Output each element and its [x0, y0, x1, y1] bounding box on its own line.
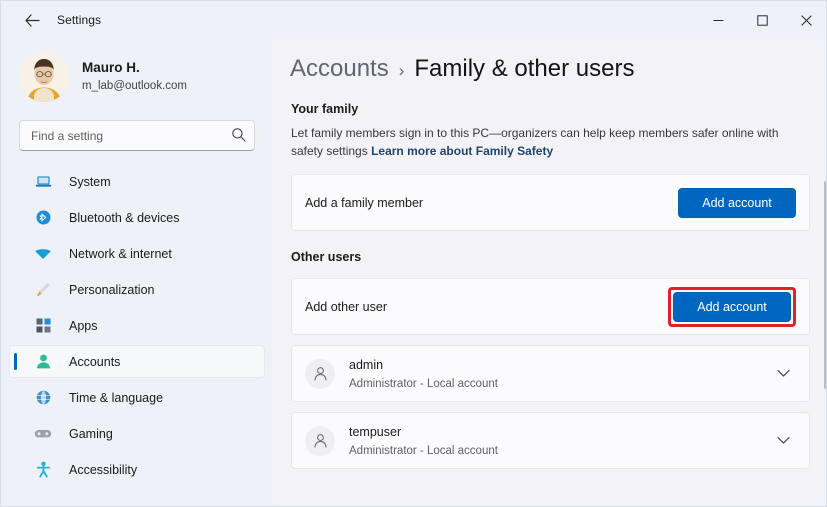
avatar — [305, 358, 335, 389]
sidebar-item-network-internet[interactable]: Network & internet — [9, 237, 265, 270]
user-text: tempuser Administrator - Local account — [349, 422, 770, 459]
bluetooth-icon — [33, 208, 53, 228]
your-family-heading: Your family — [291, 102, 359, 116]
search-input[interactable] — [19, 120, 255, 151]
sidebar-item-system[interactable]: System — [9, 165, 265, 198]
search-box — [19, 120, 255, 151]
sidebar-item-label: Accounts — [69, 354, 121, 369]
maximize-icon — [756, 14, 768, 26]
window-controls — [696, 1, 826, 39]
sidebar: Mauro H. m_lab@outlook.com Find a settin… — [1, 39, 273, 506]
profile-name: Mauro H. — [82, 60, 140, 76]
user-subtitle: Administrator - Local account — [349, 377, 498, 390]
profile-email: m_lab@outlook.com — [82, 80, 187, 93]
user-row-admin[interactable]: admin Administrator - Local account — [291, 345, 810, 402]
close-button[interactable] — [784, 1, 826, 39]
add-other-user-card: Add other user Add account — [291, 278, 810, 335]
user-subtitle: Administrator - Local account — [349, 444, 498, 457]
other-users-heading: Other users — [291, 250, 362, 264]
back-arrow-icon — [24, 13, 40, 27]
clock-globe-icon — [33, 388, 53, 408]
sidebar-item-label: Apps — [69, 318, 98, 333]
highlight-annotation: Add account — [668, 286, 796, 327]
settings-window: Settings Mauro H. m_lab@outlook.com Find… — [0, 0, 827, 507]
laptop-icon — [33, 172, 53, 192]
sidebar-item-label: Personalization — [69, 282, 155, 297]
sidebar-item-label: System — [69, 174, 111, 189]
add-family-member-card: Add a family member Add account — [291, 174, 810, 231]
profile-text: Mauro H. m_lab@outlook.com — [82, 60, 187, 93]
person-icon — [33, 352, 53, 372]
sidebar-item-accounts[interactable]: Accounts — [9, 345, 265, 378]
sidebar-item-accessibility[interactable]: Accessibility — [9, 453, 265, 486]
sidebar-item-personalization[interactable]: Personalization — [9, 273, 265, 306]
user-avatar-photo — [19, 52, 69, 102]
add-other-user-label: Add other user — [305, 299, 387, 314]
breadcrumb-separator: › — [398, 61, 405, 80]
add-other-account-button[interactable]: Add account — [673, 291, 791, 322]
user-row-tempuser[interactable]: tempuser Administrator - Local account — [291, 412, 810, 469]
wifi-icon — [33, 244, 53, 264]
minimize-button[interactable] — [696, 1, 740, 39]
learn-more-family-safety-link[interactable]: Learn more about Family Safety — [371, 144, 553, 158]
sidebar-item-label: Network & internet — [69, 246, 172, 261]
sidebar-item-gaming[interactable]: Gaming — [9, 417, 265, 450]
add-family-member-label: Add a family member — [305, 195, 424, 210]
maximize-button[interactable] — [740, 1, 784, 39]
minimize-icon — [713, 15, 724, 26]
sidebar-nav: System Bluetooth & devices Network & int… — [1, 165, 273, 486]
user-profile[interactable]: Mauro H. m_lab@outlook.com — [19, 49, 273, 105]
sidebar-item-label: Time & language — [69, 390, 164, 405]
chevron-down-icon[interactable] — [770, 361, 796, 387]
apps-grid-icon — [33, 316, 53, 336]
sidebar-item-label: Accessibility — [69, 462, 138, 477]
accessibility-icon — [33, 460, 53, 480]
window-title: Settings — [57, 13, 102, 27]
chevron-down-icon[interactable] — [770, 428, 796, 454]
page-title: Family & other users — [414, 55, 635, 82]
avatar — [305, 425, 335, 456]
user-name: admin — [349, 358, 384, 373]
user-name: tempuser — [349, 425, 402, 440]
your-family-description: Let family members sign in to this PC—or… — [291, 124, 801, 160]
user-text: admin Administrator - Local account — [349, 355, 770, 392]
paintbrush-icon — [33, 280, 53, 300]
avatar — [19, 52, 69, 102]
sidebar-item-label: Bluetooth & devices — [69, 210, 180, 225]
breadcrumb: Accounts › Family & other users — [290, 55, 826, 83]
main-content: Accounts › Family & other users Your fam… — [273, 39, 826, 506]
add-family-account-button[interactable]: Add account — [678, 187, 796, 218]
sidebar-item-bluetooth-devices[interactable]: Bluetooth & devices — [9, 201, 265, 234]
breadcrumb-parent[interactable]: Accounts — [290, 55, 389, 83]
game-controller-icon — [33, 424, 53, 444]
title-bar: Settings — [1, 1, 826, 39]
back-button[interactable] — [15, 5, 49, 35]
close-icon — [800, 14, 812, 26]
sidebar-item-label: Gaming — [69, 426, 113, 441]
sidebar-item-apps[interactable]: Apps — [9, 309, 265, 342]
sidebar-item-time-language[interactable]: Time & language — [9, 381, 265, 414]
